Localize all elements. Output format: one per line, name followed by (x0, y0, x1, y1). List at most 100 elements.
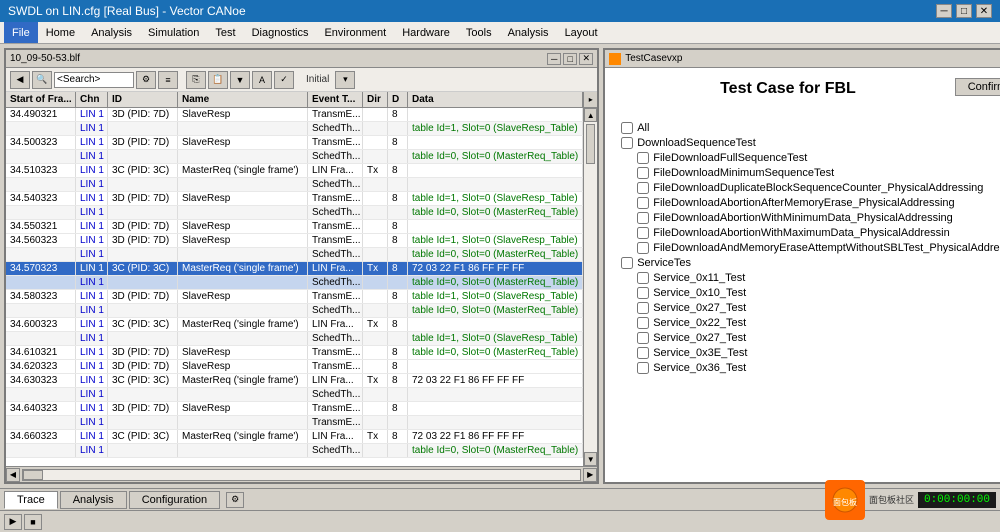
trace-title-bar: 10_09-50-53.blf ─ □ ✕ (6, 50, 597, 68)
col-header-time[interactable]: Start of Fra... (6, 92, 76, 107)
item-checkbox[interactable] (637, 317, 649, 329)
status-play-btn[interactable]: ▶ (4, 514, 22, 530)
search-input[interactable] (54, 72, 134, 88)
item-checkbox[interactable] (637, 287, 649, 299)
scroll-thumb[interactable] (586, 124, 595, 164)
status-stop-btn[interactable]: ■ (24, 514, 42, 530)
table-row[interactable]: LIN 1 SchedTh... table Id=1, Slot=0 (Sla… (6, 332, 583, 346)
item-checkbox[interactable] (637, 242, 649, 254)
hscroll-track[interactable] (22, 469, 581, 481)
menu-environment[interactable]: Environment (316, 22, 394, 43)
menu-home[interactable]: Home (38, 22, 83, 43)
toolbar-paste-btn[interactable]: 📋 (208, 71, 228, 89)
col-header-d[interactable]: D (388, 92, 408, 107)
menu-analysis[interactable]: Analysis (83, 22, 140, 43)
table-row[interactable]: 34.600323 LIN 1 3C (PID: 3C) MasterReq (… (6, 318, 583, 332)
item-checkbox[interactable] (637, 272, 649, 284)
scroll-up-btn[interactable]: ▲ (584, 108, 597, 122)
all-checkbox[interactable] (621, 122, 633, 134)
tab-add-btn[interactable]: ⚙ (226, 492, 244, 508)
restore-button[interactable]: □ (956, 4, 972, 18)
table-row[interactable]: 34.550321 LIN 1 3D (PID: 7D) SlaveResp T… (6, 220, 583, 234)
trace-min-btn[interactable]: ─ (547, 53, 561, 65)
table-row[interactable]: LIN 1 SchedTh... table Id=1, Slot=0 (Sla… (6, 122, 583, 136)
minimize-button[interactable]: ─ (936, 4, 952, 18)
tab-trace[interactable]: Trace (4, 491, 58, 509)
menu-tools[interactable]: Tools (458, 22, 500, 43)
col-header-event[interactable]: Event T... (308, 92, 363, 107)
menu-layout[interactable]: Layout (557, 22, 606, 43)
menu-diagnostics[interactable]: Diagnostics (244, 22, 317, 43)
table-row[interactable]: 34.500323 LIN 1 3D (PID: 7D) SlaveResp T… (6, 136, 583, 150)
item-label: Service_0x10_Test (653, 287, 746, 299)
toolbar-drop-btn[interactable]: ▾ (335, 71, 355, 89)
toolbar-a-btn[interactable]: A (252, 71, 272, 89)
table-row[interactable]: LIN 1 SchedTh... table Id=0, Slot=0 (Mas… (6, 304, 583, 318)
cell-data: table Id=1, Slot=0 (SlaveResp_Table) (408, 332, 583, 345)
menu-test[interactable]: Test (207, 22, 243, 43)
table-row[interactable]: LIN 1 SchedTh... table Id=0, Slot=0 (Mas… (6, 444, 583, 458)
item-checkbox[interactable] (637, 302, 649, 314)
col-header-data[interactable]: Data (408, 92, 583, 107)
table-row[interactable]: 34.580323 LIN 1 3D (PID: 7D) SlaveResp T… (6, 290, 583, 304)
group2-checkbox[interactable] (621, 257, 633, 269)
trace-close-btn[interactable]: ✕ (579, 53, 593, 65)
toolbar-filter-btn[interactable]: ▼ (230, 71, 250, 89)
scroll-track[interactable] (584, 122, 597, 452)
cell-event: TransmE... (308, 290, 363, 303)
item-checkbox[interactable] (637, 182, 649, 194)
col-header-chn[interactable]: Chn (76, 92, 108, 107)
table-row[interactable]: 34.490321 LIN 1 3D (PID: 7D) SlaveResp T… (6, 108, 583, 122)
cell-d (388, 388, 408, 401)
item-checkbox[interactable] (637, 212, 649, 224)
table-row[interactable]: 34.630323 LIN 1 3C (PID: 3C) MasterReq (… (6, 374, 583, 388)
close-button[interactable]: ✕ (976, 4, 992, 18)
table-row[interactable]: 34.620323 LIN 1 3D (PID: 7D) SlaveResp T… (6, 360, 583, 374)
tab-analysis[interactable]: Analysis (60, 491, 127, 509)
table-row[interactable]: 34.560323 LIN 1 3D (PID: 7D) SlaveResp T… (6, 234, 583, 248)
toolbar-back-btn[interactable]: ◀ (10, 71, 30, 89)
table-row[interactable]: 34.510323 LIN 1 3C (PID: 3C) MasterReq (… (6, 164, 583, 178)
menu-analysis2[interactable]: Analysis (500, 22, 557, 43)
col-header-dir[interactable]: Dir (363, 92, 388, 107)
tab-configuration[interactable]: Configuration (129, 491, 220, 509)
item-checkbox[interactable] (637, 332, 649, 344)
cell-dir (363, 360, 388, 373)
hscroll-thumb[interactable] (23, 470, 43, 480)
col-header-name[interactable]: Name (178, 92, 308, 107)
item-checkbox[interactable] (637, 197, 649, 209)
table-row[interactable]: LIN 1 SchedTh... table Id=0, Slot=0 (Mas… (6, 150, 583, 164)
table-row[interactable]: LIN 1 SchedTh... (6, 388, 583, 402)
scroll-down-btn[interactable]: ▼ (584, 452, 597, 466)
item-checkbox[interactable] (637, 362, 649, 374)
table-row[interactable]: LIN 1 TransmE... (6, 416, 583, 430)
group1-checkbox[interactable] (621, 137, 633, 149)
table-row[interactable]: 34.640323 LIN 1 3D (PID: 7D) SlaveResp T… (6, 402, 583, 416)
table-row[interactable]: LIN 1 SchedTh... table Id=0, Slot=0 (Mas… (6, 248, 583, 262)
item-checkbox[interactable] (637, 167, 649, 179)
confirm-button[interactable]: Confirm (955, 78, 1000, 96)
hscroll-left-btn[interactable]: ◀ (6, 468, 20, 482)
trace-max-btn[interactable]: □ (563, 53, 577, 65)
menu-file[interactable]: File (4, 22, 38, 43)
table-row-selected[interactable]: 34.570323 LIN 1 3C (PID: 3C) MasterReq (… (6, 262, 583, 276)
col-header-id[interactable]: ID (108, 92, 178, 107)
toolbar-btn2[interactable]: ≡ (158, 71, 178, 89)
hscroll-right-btn[interactable]: ▶ (583, 468, 597, 482)
toolbar-copy-btn[interactable]: ⎘ (186, 71, 206, 89)
table-row[interactable]: 34.660323 LIN 1 3C (PID: 3C) MasterReq (… (6, 430, 583, 444)
toolbar-mark-btn[interactable]: ✓ (274, 71, 294, 89)
table-row[interactable]: 34.610321 LIN 1 3D (PID: 7D) SlaveResp T… (6, 346, 583, 360)
col-expand-btn[interactable]: ▸ (583, 92, 597, 107)
item-checkbox[interactable] (637, 227, 649, 239)
toolbar-btn1[interactable]: ⚙ (136, 71, 156, 89)
table-row[interactable]: LIN 1 SchedTh... table Id=0, Slot=0 (Mas… (6, 276, 583, 290)
table-row[interactable]: LIN 1 SchedTh... table Id=0, Slot=0 (Mas… (6, 206, 583, 220)
table-row[interactable]: LIN 1 SchedTh... (6, 178, 583, 192)
menu-hardware[interactable]: Hardware (394, 22, 458, 43)
table-row[interactable]: 34.540323 LIN 1 3D (PID: 7D) SlaveResp T… (6, 192, 583, 206)
menu-simulation[interactable]: Simulation (140, 22, 207, 43)
item-checkbox[interactable] (637, 152, 649, 164)
item-checkbox[interactable] (637, 347, 649, 359)
toolbar-search-btn[interactable]: 🔍 (32, 71, 52, 89)
